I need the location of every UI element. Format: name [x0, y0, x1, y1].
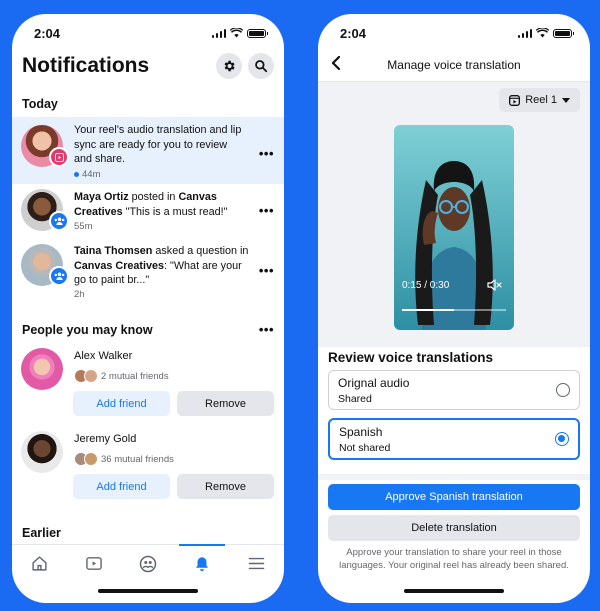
menu-icon — [248, 557, 265, 570]
notification-time: 2h — [74, 289, 85, 300]
notification-text: Maya Ortiz posted in Canvas Creatives "T… — [74, 191, 228, 218]
group-badge-icon — [49, 266, 69, 286]
avatar[interactable] — [21, 431, 63, 473]
voice-translation-screen: 2:04 Manage voice translation Reel 1 0:1… — [318, 14, 590, 603]
more-options-icon[interactable]: ••• — [259, 204, 274, 217]
video-time: 0:15 / 0:30 — [402, 280, 450, 291]
delete-translation-button[interactable]: Delete translation — [328, 515, 580, 541]
mutual-avatar — [84, 452, 98, 466]
section-today: Today — [22, 97, 58, 111]
section-title: Review voice translations — [328, 350, 494, 365]
add-friend-button[interactable]: Add friend — [73, 474, 170, 499]
reel-label: Reel 1 — [525, 94, 557, 106]
person-name[interactable]: Alex Walker — [74, 350, 132, 362]
info-text: Approve your translation to share your r… — [339, 547, 569, 571]
search-button[interactable] — [248, 53, 274, 79]
battery-icon — [553, 28, 574, 38]
section-people: People you may know — [22, 323, 153, 337]
home-indicator — [404, 589, 504, 593]
video-icon — [85, 557, 102, 570]
reel-selector[interactable]: Reel 1 — [499, 88, 580, 112]
notification-text: Taina Thomsen asked a question in Canvas… — [74, 245, 249, 286]
mutual-friends: 2 mutual friends — [74, 369, 169, 383]
option-title: Spanish — [339, 425, 383, 439]
status-bar: 2:04 — [318, 26, 590, 42]
search-icon — [255, 60, 268, 73]
option-status: Not shared — [339, 442, 391, 454]
signal-icon — [517, 28, 532, 38]
option-original-audio[interactable]: Orignal audio Shared — [328, 370, 580, 410]
wifi-icon — [230, 28, 243, 38]
notification-text: Your reel's audio translation and lip sy… — [74, 124, 242, 165]
radio-button[interactable] — [556, 383, 570, 397]
battery-icon — [247, 28, 268, 38]
divider — [318, 474, 590, 480]
video-frame — [394, 125, 514, 330]
nav-notifications[interactable] — [179, 543, 226, 583]
radio-button-selected[interactable] — [555, 432, 569, 446]
option-spanish[interactable]: Spanish Not shared — [328, 418, 580, 460]
bell-icon — [196, 556, 209, 571]
group-badge-icon — [49, 211, 69, 231]
notification-item[interactable]: Your reel's audio translation and lip sy… — [12, 117, 284, 184]
groups-icon — [139, 555, 157, 572]
home-indicator — [98, 589, 198, 593]
nav-groups[interactable] — [128, 545, 168, 583]
video-progress[interactable] — [402, 309, 506, 311]
option-status: Shared — [338, 393, 372, 405]
settings-button[interactable] — [216, 53, 242, 79]
more-options-icon[interactable]: ••• — [259, 323, 274, 336]
nav-menu[interactable] — [237, 545, 277, 583]
mute-icon — [487, 279, 502, 291]
gear-icon — [224, 60, 235, 72]
home-icon — [32, 556, 47, 571]
mute-button[interactable] — [487, 278, 502, 296]
status-bar: 2:04 — [12, 26, 284, 42]
notification-item[interactable]: Taina Thomsen asked a question in Canvas… — [12, 242, 284, 304]
more-options-icon[interactable]: ••• — [259, 264, 274, 277]
signal-icon — [211, 28, 226, 38]
unread-dot-icon — [74, 172, 79, 177]
wifi-icon — [536, 28, 549, 38]
option-title: Orignal audio — [338, 376, 410, 390]
page-title: Manage voice translation — [387, 58, 521, 72]
nav-home[interactable] — [19, 545, 59, 583]
remove-button[interactable]: Remove — [177, 474, 274, 499]
remove-button[interactable]: Remove — [177, 391, 274, 416]
nav-video[interactable] — [74, 545, 114, 583]
avatar[interactable] — [21, 348, 63, 390]
status-time: 2:04 — [340, 26, 367, 41]
bottom-nav — [12, 543, 284, 583]
notifications-screen: 2:04 Notifications Today Your reel's aud… — [12, 14, 284, 603]
mutual-avatar — [84, 369, 98, 383]
person-name[interactable]: Jeremy Gold — [74, 433, 136, 445]
approve-translation-button[interactable]: Approve Spanish translation — [328, 484, 580, 510]
reels-badge-icon — [49, 147, 69, 167]
reels-icon — [509, 94, 521, 106]
notification-time: 44m — [74, 169, 100, 180]
video-progress-fill — [402, 309, 454, 311]
caret-down-icon — [562, 97, 570, 103]
section-earlier: Earlier — [22, 526, 61, 540]
notification-time: 55m — [74, 221, 93, 232]
add-friend-button[interactable]: Add friend — [73, 391, 170, 416]
notification-item[interactable]: Maya Ortiz posted in Canvas Creatives "T… — [12, 187, 284, 239]
more-options-icon[interactable]: ••• — [259, 147, 274, 160]
reel-video[interactable]: 0:15 / 0:30 — [394, 125, 514, 330]
mutual-friends: 36 mutual friends — [74, 452, 174, 466]
page-title: Notifications — [22, 54, 150, 77]
status-time: 2:04 — [34, 26, 61, 41]
